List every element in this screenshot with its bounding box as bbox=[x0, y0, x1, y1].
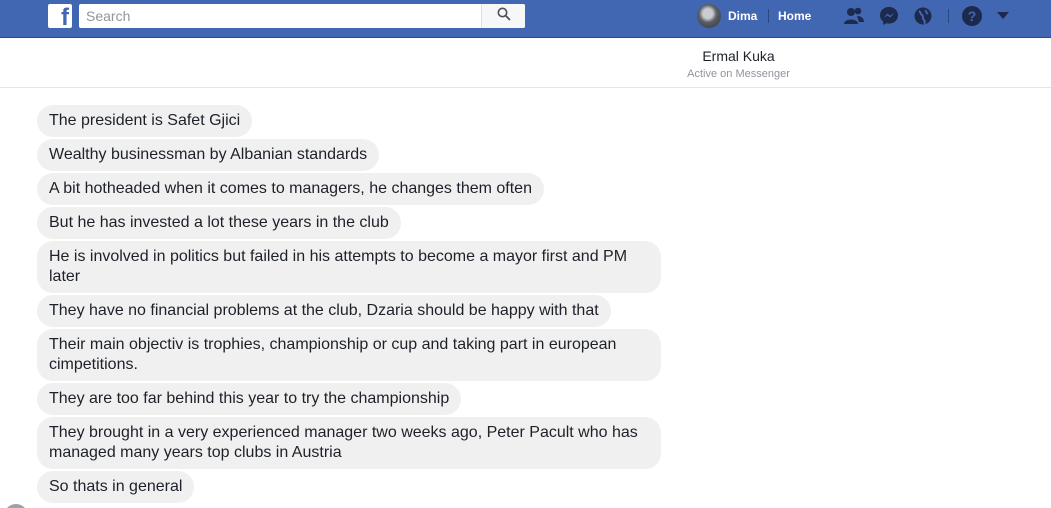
message-bubble[interactable]: They brought in a very experienced manag… bbox=[37, 417, 661, 469]
search-input[interactable] bbox=[79, 4, 481, 28]
friend-requests-icon[interactable] bbox=[842, 5, 866, 27]
contact-status: Active on Messenger bbox=[687, 68, 790, 80]
profile-name: Dima bbox=[728, 9, 758, 23]
profile-link[interactable]: Dima bbox=[697, 3, 757, 29]
help-icon[interactable]: ? bbox=[960, 5, 984, 27]
account-menu-caret-icon[interactable] bbox=[991, 5, 1015, 27]
message-bubble[interactable]: A bit hotheaded when it comes to manager… bbox=[37, 173, 544, 205]
top-navigation-bar: f Dima Home ? bbox=[0, 0, 1051, 38]
avatar bbox=[697, 4, 721, 28]
message-bubble[interactable]: Wealthy businessman by Albanian standard… bbox=[37, 139, 380, 171]
nav-divider bbox=[948, 9, 949, 23]
message-bubble[interactable]: The president is Safet Gjici bbox=[37, 105, 253, 137]
search-bar bbox=[79, 4, 525, 28]
message-bubble[interactable]: He is involved in politics but failed in… bbox=[37, 241, 661, 293]
message-bubble[interactable]: So thats in general bbox=[37, 471, 195, 503]
message-bubble[interactable]: They have no financial problems at the c… bbox=[37, 295, 611, 327]
svg-text:?: ? bbox=[968, 8, 977, 24]
message-list: The president is Safet Gjici Wealthy bus… bbox=[0, 88, 1051, 508]
sender-avatar[interactable] bbox=[4, 504, 28, 508]
nav-divider bbox=[768, 9, 769, 23]
notifications-globe-icon[interactable] bbox=[911, 5, 935, 27]
home-link[interactable]: Home bbox=[778, 9, 811, 23]
message-bubble[interactable]: Their main objectiv is trophies, champio… bbox=[37, 329, 661, 381]
message-bubble[interactable]: But he has invested a lot these years in… bbox=[37, 207, 401, 239]
logo-letter: f bbox=[61, 4, 69, 31]
facebook-logo-icon[interactable]: f bbox=[48, 4, 72, 31]
search-button[interactable] bbox=[481, 4, 525, 28]
search-icon bbox=[497, 7, 511, 26]
conversation-header: Ermal Kuka Active on Messenger bbox=[0, 38, 1051, 88]
message-bubble[interactable]: They are too far behind this year to try… bbox=[37, 383, 462, 415]
contact-name[interactable]: Ermal Kuka bbox=[0, 48, 1051, 64]
messenger-icon[interactable] bbox=[877, 5, 901, 27]
